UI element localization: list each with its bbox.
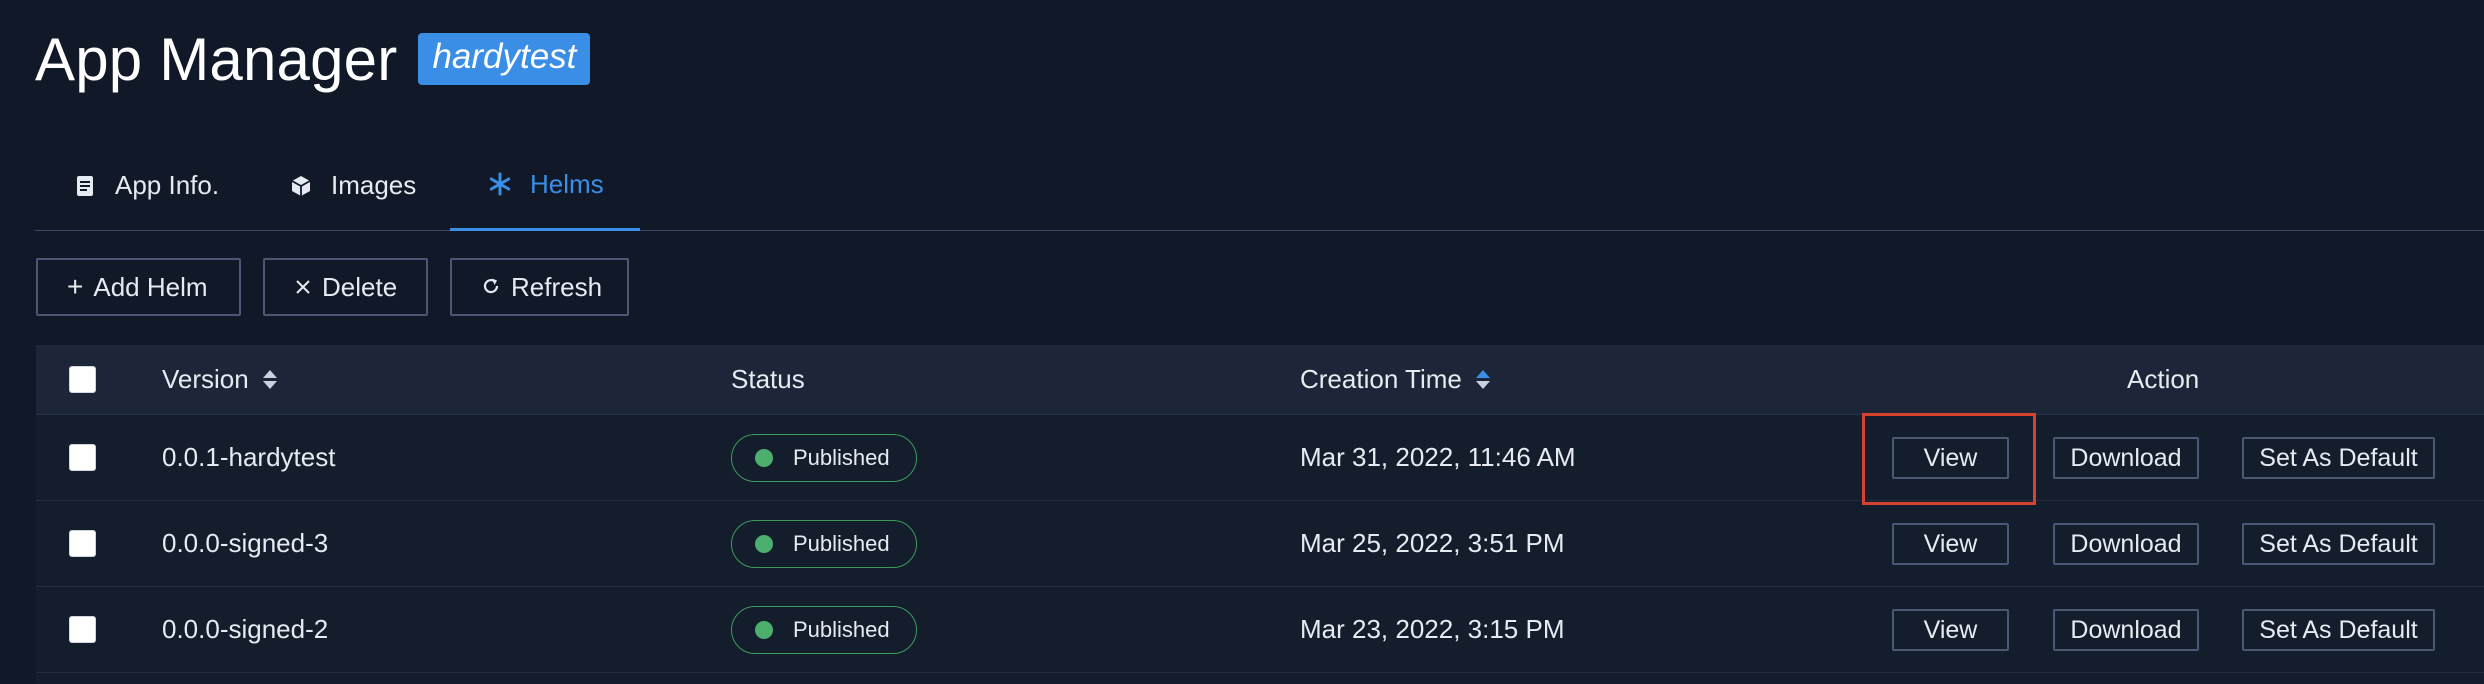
tab-label: Helms [530,168,604,199]
row-checkbox[interactable] [69,444,96,471]
status-label: Published [793,444,890,470]
tab-label: App Info. [115,170,220,200]
status-dot-icon [755,620,773,639]
set-as-default-button[interactable]: Set As Default [2242,609,2435,651]
delete-label: Delete [322,271,398,302]
set-as-default-button[interactable]: Set As Default [2242,523,2435,565]
action-column-header: Action [2127,345,2199,414]
download-button[interactable]: Download [2053,437,2199,479]
page-header: App Manager hardytest [35,24,591,94]
add-helm-button[interactable]: + Add Helm [36,258,241,316]
app-manager-page: App Manager hardytest App Info. Images H… [0,0,2484,684]
tab-app-info[interactable]: App Info. [71,140,219,231]
status-cell: Published [731,501,917,586]
column-label: Version [162,364,249,394]
close-icon [294,273,312,301]
status-label: Published [793,616,890,642]
helms-table: Version Status Creation Time Action 0.0.… [36,345,2484,684]
table-row: 0.0.1-hardytest Published Mar 31, 2022, … [36,415,2484,501]
add-helm-label: Add Helm [93,271,208,302]
view-button[interactable]: View [1892,609,2009,651]
column-label: Action [2127,364,2200,394]
row-select-cell [69,587,96,672]
status-dot-icon [755,534,773,553]
page-title: App Manager [35,25,398,93]
row-checkbox[interactable] [69,530,96,557]
status-badge: Published [731,519,917,568]
delete-button[interactable]: Delete [263,258,428,316]
creation-time-cell: Mar 31, 2022, 11:46 AM [1300,442,1576,472]
download-button[interactable]: Download [2053,609,2199,651]
tab-bar: App Info. Images Helms [35,140,2484,231]
table-row: 0.0.0-signed-2 Published Mar 23, 2022, 3… [36,587,2484,673]
status-dot-icon [755,448,773,467]
refresh-button[interactable]: Refresh [450,258,629,316]
toolbar: + Add Helm Delete Refresh [36,258,629,316]
status-column-header: Status [731,345,805,414]
app-name-badge: hardytest [418,33,591,85]
select-all-checkbox[interactable] [69,366,96,393]
row-select-cell [69,501,96,586]
set-as-default-button[interactable]: Set As Default [2242,437,2435,479]
status-label: Published [793,530,890,556]
refresh-icon [481,273,501,301]
status-cell: Published [731,587,917,672]
column-label: Creation Time [1300,364,1462,394]
select-all-cell [69,345,96,414]
tab-images[interactable]: Images [287,140,416,231]
sort-icon[interactable] [1475,370,1490,389]
document-icon [71,172,99,200]
status-cell: Published [731,415,917,500]
status-badge: Published [731,433,917,482]
row-checkbox[interactable] [69,616,96,643]
table-header: Version Status Creation Time Action [36,345,2484,415]
creation-time-cell: Mar 23, 2022, 3:15 PM [1300,614,1565,644]
plus-icon: + [67,271,84,302]
download-button[interactable]: Download [2053,523,2199,565]
highlight-annotation [1862,413,2036,505]
version-cell: 0.0.0-signed-2 [162,614,329,644]
asterisk-icon [486,170,514,198]
version-cell: 0.0.1-hardytest [162,442,336,472]
version-column-header[interactable]: Version [162,345,277,414]
row-select-cell [69,415,96,500]
tab-label: Images [331,170,417,200]
creation-time-column-header[interactable]: Creation Time [1300,345,1490,414]
column-label: Status [731,364,805,394]
version-cell: 0.0.0-signed-3 [162,528,329,558]
tab-helms[interactable]: Helms [450,140,640,231]
view-button[interactable]: View [1892,523,2009,565]
cube-icon [287,172,315,200]
table-row: 0.0.0-signed-3 Published Mar 25, 2022, 3… [36,501,2484,587]
refresh-label: Refresh [511,271,603,302]
creation-time-cell: Mar 25, 2022, 3:51 PM [1300,528,1565,558]
status-badge: Published [731,605,917,654]
sort-icon[interactable] [262,370,277,389]
